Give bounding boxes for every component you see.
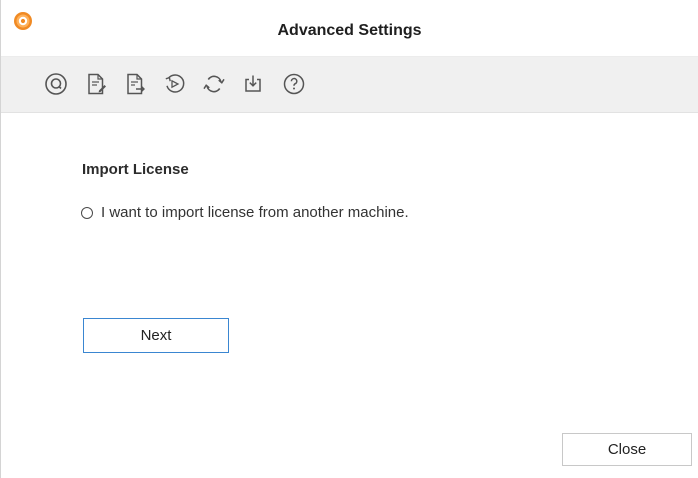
- import-button[interactable]: [238, 69, 268, 99]
- import-license-option[interactable]: I want to import license from another ma…: [81, 202, 409, 224]
- toolbar: [1, 56, 698, 113]
- help-icon: [283, 73, 305, 95]
- next-button[interactable]: Next: [83, 318, 229, 353]
- advanced-settings-window: Advanced Settings Import License I want …: [0, 0, 698, 478]
- import-license-radio[interactable]: [81, 207, 93, 219]
- import-license-title: Import License: [82, 161, 189, 178]
- document-edit-button[interactable]: [81, 69, 111, 99]
- play-history-button[interactable]: [159, 69, 189, 99]
- import-license-option-label: I want to import license from another ma…: [101, 204, 409, 221]
- search-icon: [45, 73, 67, 95]
- document-export-icon: [127, 73, 145, 95]
- help-button[interactable]: [279, 69, 309, 99]
- document-edit-icon: [88, 73, 106, 95]
- refresh-icon: [203, 75, 225, 93]
- import-license-panel: Import License I want to import license …: [1, 113, 698, 478]
- import-icon: [245, 75, 261, 92]
- search-button[interactable]: [41, 69, 71, 99]
- play-history-icon: [165, 74, 185, 93]
- window-title: Advanced Settings: [277, 22, 422, 39]
- refresh-button[interactable]: [199, 69, 229, 99]
- document-export-button[interactable]: [120, 69, 150, 99]
- close-button[interactable]: Close: [562, 433, 692, 466]
- title-bar: Advanced Settings: [1, 0, 698, 52]
